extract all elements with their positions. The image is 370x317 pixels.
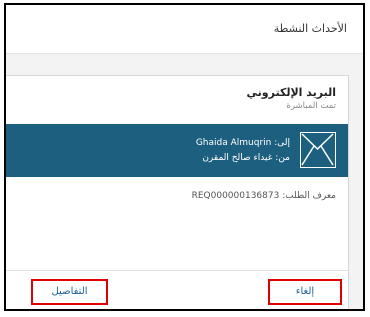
envelope-icon-graphic — [301, 133, 334, 166]
card-title: البريد الإلكتروني — [246, 86, 336, 99]
email-banner: إلى: Ghaida Almuqrin من: غيداء صالح المق… — [6, 124, 348, 177]
panel-title: الأحداث النشطة — [273, 22, 347, 35]
email-event-card: البريد الإلكتروني تمت المباشرة إلى: Ghai… — [6, 75, 349, 309]
cancel-button[interactable]: إلغاء — [268, 279, 342, 305]
email-recipient: إلى: Ghaida Almuqrin — [195, 138, 290, 148]
card-footer: التفاصيل إلغاء — [6, 270, 348, 309]
email-sender: من: غيداء صالح المقرن — [202, 153, 290, 163]
details-button[interactable]: التفاصيل — [31, 279, 108, 305]
card-status: تمت المباشرة — [286, 101, 336, 111]
panel-header: الأحداث النشطة — [6, 5, 363, 54]
request-id: معرف الطلب: REQ000000136873 — [191, 191, 336, 201]
active-events-screen: الأحداث النشطة البريد الإلكتروني تمت الم… — [4, 3, 365, 311]
envelope-icon — [300, 132, 336, 168]
